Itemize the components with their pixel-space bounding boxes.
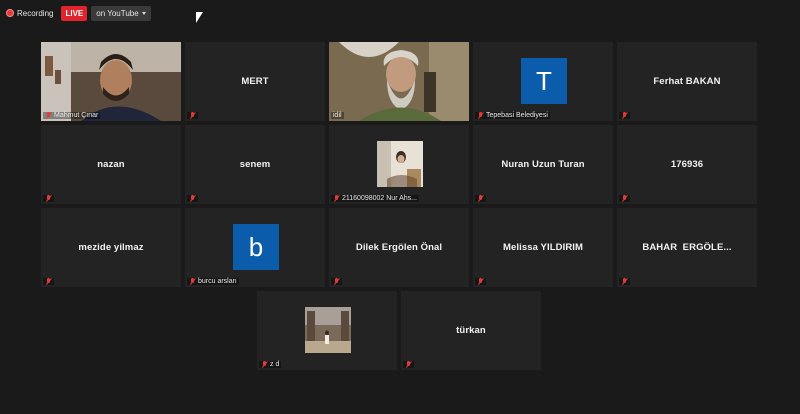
participant-footer: burcu arslan [187,278,239,285]
participant-display-name: senem [239,159,271,170]
participant-profile-photo [377,141,423,187]
recording-indicator[interactable]: Recording [6,9,53,18]
participant-footer [475,195,486,202]
mic-muted-icon [477,195,484,202]
participant-tile[interactable]: Dilek Ergölen Önal [329,208,469,287]
participant-display-name: Nuran Uzun Turan [501,159,585,170]
participant-tile[interactable]: Ferhat BAKAN [617,42,757,121]
participant-display-name: Ferhat BAKAN [653,76,721,87]
participant-footer: Tepebasi Belediyesi [475,112,550,119]
participant-display-name: Melissa YILDIRIM [502,242,584,253]
participant-tile[interactable]: b burcu arslan [185,208,325,287]
mic-muted-icon [45,278,52,285]
participant-video [329,42,469,121]
participant-footer: 21160098002 Nur Ahs... [331,195,419,202]
mic-muted-icon [477,112,484,119]
mic-muted-icon [333,278,340,285]
participant-tile[interactable]: Nuran Uzun Turan [473,125,613,204]
participant-tile[interactable]: mezide yilmaz [41,208,181,287]
recording-label: Recording [17,8,54,18]
participant-profile-photo [305,307,351,353]
participant-display-name: mezide yilmaz [78,242,144,253]
participant-name: Mahmut Çınar [54,112,99,119]
live-badge[interactable]: LIVE [61,5,88,21]
participant-footer: z d [259,361,282,368]
participant-tile[interactable]: 21160098002 Nur Ahs... [329,125,469,204]
participant-display-name: Dilek Ergölen Önal [355,242,443,253]
mic-muted-icon [333,195,340,202]
mic-muted-icon [189,195,196,202]
mic-muted-icon [45,112,52,119]
participant-name: z d [270,361,280,368]
participant-tile[interactable]: senem [185,125,325,204]
mic-muted-icon [45,195,52,202]
mouse-cursor-icon [196,12,203,23]
participant-tile[interactable]: nazan [41,125,181,204]
participant-footer [331,278,342,285]
participant-video [41,42,181,121]
participant-footer [43,195,54,202]
mic-muted-icon [621,278,628,285]
mic-muted-icon [477,278,484,285]
participant-name: Tepebasi Belediyesi [486,112,548,119]
participant-avatar: T [521,58,567,104]
participant-name: burcu arslan [198,278,237,285]
participant-tile[interactable]: Mahmut Çınar [41,42,181,121]
participant-footer [619,112,630,119]
mic-muted-icon [405,361,412,368]
participant-tile[interactable]: MERT [185,42,325,121]
participant-tile[interactable]: türkan [401,291,541,370]
participant-footer [187,195,198,202]
participant-display-name: 176936 [670,159,704,170]
participant-footer [475,278,486,285]
participant-footer [403,361,414,368]
participant-tile-active-speaker[interactable]: idil [329,42,469,121]
participant-tile[interactable]: Melissa YILDIRIM [473,208,613,287]
participant-tile[interactable]: z d [257,291,397,370]
mic-muted-icon [189,278,196,285]
participant-footer [43,278,54,285]
participant-footer [187,112,198,119]
record-icon [6,9,14,17]
participant-tile[interactable]: T Tepebasi Belediyesi [473,42,613,121]
participant-footer [619,195,630,202]
participant-display-name: BAHAR ERGÖLE... [642,242,732,253]
mic-muted-icon [621,112,628,119]
participant-display-name: MERT [241,76,269,87]
participant-name: idil [333,112,342,119]
meeting-topbar: Recording LIVE on YouTube [6,4,151,22]
participant-tile[interactable]: 176936 [617,125,757,204]
participant-display-name: nazan [97,159,125,170]
participant-name: 21160098002 Nur Ahs... [342,195,417,202]
participant-tile[interactable]: BAHAR ERGÖLE... [617,208,757,287]
participant-footer [619,278,630,285]
participant-footer: Mahmut Çınar [43,112,101,119]
chevron-down-icon [141,11,146,15]
participant-display-name: türkan [456,325,486,336]
livestream-dropdown[interactable]: on YouTube [91,5,151,21]
participant-footer: idil [331,112,344,119]
mic-muted-icon [189,112,196,119]
livestream-label: on YouTube [96,8,139,18]
participant-avatar: b [233,224,279,270]
mic-muted-icon [621,195,628,202]
mic-muted-icon [261,361,268,368]
